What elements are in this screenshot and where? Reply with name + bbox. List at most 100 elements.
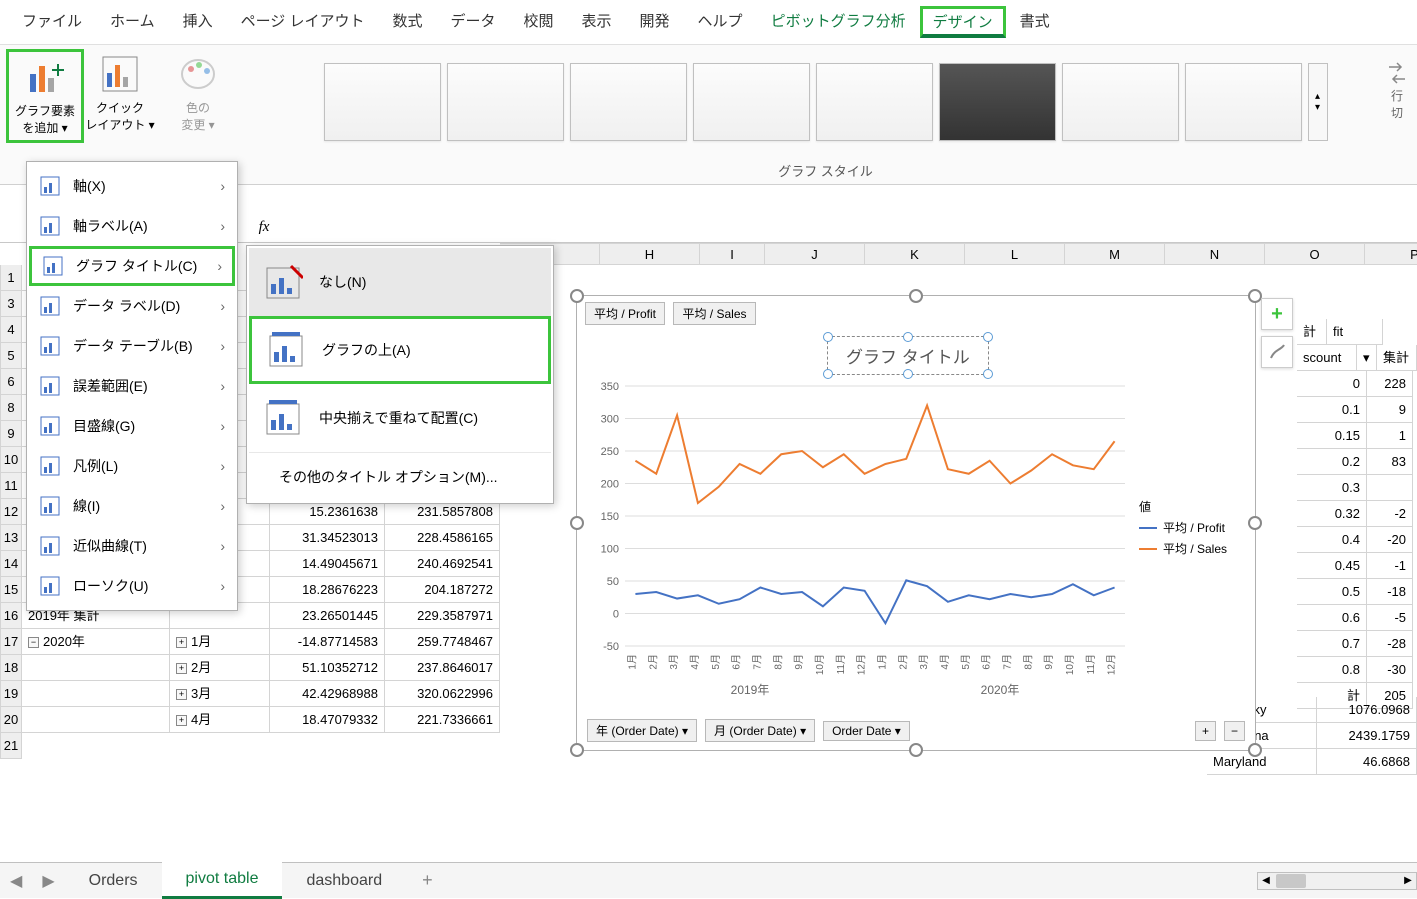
row-header-4[interactable]: 4 [0,317,22,343]
row-header-10[interactable]: 10 [0,447,22,473]
cell[interactable]: 0.7 [1297,631,1367,657]
cell[interactable]: +4月 [170,707,270,733]
chart-style-1[interactable] [324,63,441,141]
cell[interactable]: 0.4 [1297,527,1367,553]
field-year[interactable]: 年 (Order Date) ▾ [587,719,697,742]
field-month[interactable]: 月 (Order Date) ▾ [705,719,815,742]
tab-nav-left[interactable]: ◀ [10,871,22,891]
row-header-3[interactable]: 3 [0,291,22,317]
cell[interactable]: −2020年 [22,629,170,655]
cell[interactable]: 23.26501445 [270,603,385,629]
row-header-6[interactable]: 6 [0,369,22,395]
formula-input[interactable] [284,213,1413,242]
cell[interactable]: 237.8646017 [385,655,500,681]
cell[interactable]: -18 [1367,579,1413,605]
menu-view[interactable]: 表示 [568,6,626,38]
title-handle[interactable] [983,332,993,342]
resize-handle-e[interactable] [1248,516,1262,530]
resize-handle-n[interactable] [909,289,923,303]
tab-nav-right[interactable]: ▶ [42,871,54,891]
chart-elements-side-button[interactable]: + [1261,298,1293,330]
chart-style-6[interactable] [939,63,1056,141]
title-handle[interactable] [903,332,913,342]
row-header-8[interactable]: 8 [0,395,22,421]
ribbon-right-group[interactable]: 行 切 [1381,53,1413,127]
row-header-13[interactable]: 13 [0,525,22,551]
cell[interactable] [22,655,170,681]
chart-style-7[interactable] [1062,63,1179,141]
col-header-k[interactable]: K [865,243,965,265]
dd-item-legend[interactable]: 凡例(L)› [29,446,235,486]
cell[interactable]: 計 [1297,319,1327,345]
dd-item-axis-label[interactable]: 軸ラベル(A)› [29,206,235,246]
cell[interactable]: -20 [1367,527,1413,553]
chart-style-5[interactable] [816,63,933,141]
chart-title-option-none[interactable]: なし(N) [249,248,551,316]
chart-style-more-button[interactable]: ▴▾ [1308,63,1328,141]
row-header-9[interactable]: 9 [0,421,22,447]
row-header-17[interactable]: 17 [0,629,22,655]
row-header-1[interactable]: 1 [0,265,22,291]
cell[interactable]: 9 [1367,397,1413,423]
more-title-options[interactable]: その他のタイトル オプション(M)... [249,452,551,501]
change-colors-button[interactable]: 色の 変更 ▾ [168,49,228,137]
row-header-21[interactable]: 21 [0,733,22,759]
cell[interactable]: -1 [1367,553,1413,579]
dd-item-gridlines[interactable]: 目盛線(G)› [29,406,235,446]
cell[interactable]: 0.32 [1297,501,1367,527]
cell[interactable]: 0.45 [1297,553,1367,579]
cell[interactable]: 0.3 [1297,475,1367,501]
menu-review[interactable]: 校閲 [510,6,568,38]
quick-layout-button[interactable]: クイック レイアウト ▾ [84,49,156,143]
tab-orders[interactable]: Orders [65,864,162,898]
menu-file[interactable]: ファイル [8,6,96,38]
cell[interactable]: +2月 [170,655,270,681]
dd-item-lines[interactable]: 線(I)› [29,486,235,526]
cell[interactable]: 83 [1367,449,1413,475]
chart-style-4[interactable] [693,63,810,141]
cell[interactable]: scount [1297,345,1357,371]
cell[interactable]: 221.7336661 [385,707,500,733]
add-chart-element-button[interactable]: グラフ要素 を追加 ▾ [6,49,84,143]
row-header-12[interactable]: 12 [0,499,22,525]
new-sheet-button[interactable]: + [406,862,449,899]
menu-data[interactable]: データ [436,6,509,38]
resize-handle-ne[interactable] [1248,289,1262,303]
cell[interactable]: -28 [1367,631,1413,657]
cell[interactable] [1367,475,1413,501]
filter-dropdown[interactable]: ▾ [1357,345,1377,371]
menu-format[interactable]: 書式 [1006,6,1064,38]
title-handle[interactable] [823,332,833,342]
cell[interactable]: 229.3587971 [385,603,500,629]
dd-item-axes[interactable]: 軸(X)› [29,166,235,206]
cell[interactable]: -2 [1367,501,1413,527]
cell[interactable]: 204.187272 [385,577,500,603]
cell[interactable]: -5 [1367,605,1413,631]
cell[interactable]: 0 [1297,371,1367,397]
chart-legend[interactable]: 値 平均 / Profit 平均 / Sales [1135,496,1245,559]
resize-handle-se[interactable] [1248,743,1262,757]
chart-title-option-center[interactable]: 中央揃えで重ねて配置(C) [249,384,551,452]
menu-help[interactable]: ヘルプ [684,6,757,38]
cell[interactable]: 228.4586165 [385,525,500,551]
cell[interactable]: 1076.0968 [1317,697,1417,723]
row-header-16[interactable]: 16 [0,603,22,629]
dd-item-chart-title[interactable]: グラフ タイトル(C)› [29,246,235,286]
horizontal-scrollbar[interactable]: ◀ ▶ [1257,872,1417,890]
chart-style-2[interactable] [447,63,564,141]
cell[interactable]: 18.28676223 [270,577,385,603]
resize-handle-w[interactable] [570,516,584,530]
cell[interactable]: 240.4692541 [385,551,500,577]
menu-design[interactable]: デザイン [920,6,1006,38]
col-header-h[interactable]: H [600,243,700,265]
field-orderdate[interactable]: Order Date ▾ [823,721,910,741]
cell[interactable]: 0.5 [1297,579,1367,605]
cell[interactable]: -14.87714583 [270,629,385,655]
row-header-14[interactable]: 14 [0,551,22,577]
tab-pivot-table[interactable]: pivot table [162,862,283,899]
resize-handle-nw[interactable] [570,289,584,303]
pivot-chart[interactable]: + 平均 / Profit 平均 / Sales グラフ タイトル -50050… [576,295,1256,751]
cell[interactable]: 42.42968988 [270,681,385,707]
tab-dashboard[interactable]: dashboard [282,864,406,898]
dd-item-trendline[interactable]: 近似曲線(T)› [29,526,235,566]
